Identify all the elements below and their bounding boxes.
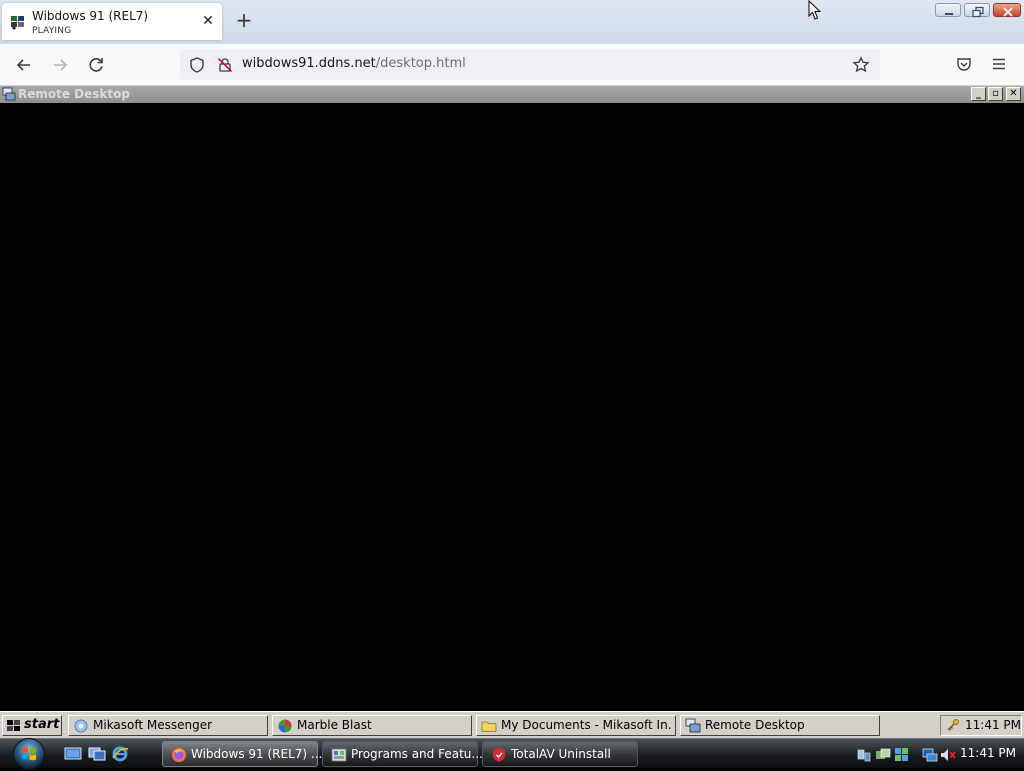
taskbar-item-label: Remote Desktop bbox=[705, 718, 805, 732]
tab-close-button[interactable]: ✕ bbox=[200, 13, 216, 29]
host-task-label: Wibdows 91 (REL7) ... bbox=[191, 747, 323, 761]
messenger-icon bbox=[74, 719, 88, 733]
show-desktop-icon[interactable] bbox=[64, 746, 82, 762]
tracking-shield-icon[interactable] bbox=[188, 56, 206, 74]
back-arrow-icon[interactable] bbox=[12, 53, 36, 77]
remote-close-button[interactable]: ✕ bbox=[1006, 87, 1021, 101]
tab-playing-status: PLAYING bbox=[32, 26, 72, 36]
taskbar-item-my-documents[interactable]: My Documents - Mikasoft In... bbox=[476, 715, 676, 736]
pocket-icon[interactable] bbox=[955, 55, 973, 73]
url-path: /desktop.html bbox=[375, 56, 466, 71]
restore-icon bbox=[972, 6, 984, 18]
remote-desktop-icon bbox=[2, 87, 16, 101]
remote-minimize-button[interactable]: _ bbox=[971, 87, 986, 101]
window-restore-button[interactable] bbox=[964, 3, 990, 18]
network-connection-icon[interactable] bbox=[922, 747, 938, 763]
start-label: start bbox=[24, 717, 60, 732]
switch-windows-icon[interactable] bbox=[88, 746, 106, 762]
remote-restore-button[interactable]: ▫ bbox=[988, 87, 1003, 101]
taskbar-item-remote-desktop[interactable]: Remote Desktop bbox=[680, 715, 880, 736]
marble-icon bbox=[278, 719, 292, 733]
windows-update-icon[interactable] bbox=[894, 747, 910, 763]
host-task-firefox[interactable]: Wibdows 91 (REL7) ... bbox=[162, 741, 322, 767]
volume-muted-icon[interactable] bbox=[940, 747, 956, 763]
totalav-icon bbox=[493, 748, 505, 762]
host-task-label: Programs and Featu... bbox=[351, 747, 483, 761]
window-minimize-button[interactable] bbox=[935, 3, 961, 17]
remote-taskbar: start Mikasoft Messenger Marble Blast My… bbox=[0, 711, 1024, 738]
tab-title: Wibdows 91 (REL7) bbox=[32, 9, 149, 23]
host-task-totalav-uninstall[interactable]: TotalAV Uninstall bbox=[482, 741, 638, 767]
internet-explorer-icon[interactable] bbox=[111, 745, 129, 763]
devices-icon[interactable] bbox=[875, 747, 891, 763]
browser-tab[interactable]: Wibdows 91 (REL7) PLAYING ✕ bbox=[2, 3, 222, 40]
host-clock: 11:41 PM bbox=[960, 746, 1016, 760]
host-taskbar: Wibdows 91 (REL7) ... Programs and Featu… bbox=[0, 737, 1024, 771]
control-panel-icon bbox=[331, 748, 347, 762]
minimize-icon bbox=[945, 13, 953, 15]
taskbar-item-marble-blast[interactable]: Marble Blast bbox=[272, 715, 472, 736]
windows-start-orb-icon[interactable] bbox=[8, 737, 50, 771]
wibdows-favicon-icon bbox=[11, 16, 24, 30]
forward-arrow-icon[interactable] bbox=[48, 53, 72, 77]
url-host: wibdows91.ddns.net bbox=[242, 56, 376, 71]
hamburger-menu-icon[interactable] bbox=[990, 55, 1008, 73]
remote-desktop-icon bbox=[685, 718, 701, 733]
host-task-label: TotalAV Uninstall bbox=[511, 747, 611, 761]
remote-desktop-screen[interactable] bbox=[0, 103, 1024, 711]
remote-desktop-title: Remote Desktop bbox=[18, 87, 130, 101]
start-button[interactable]: start bbox=[2, 715, 62, 736]
host-task-programs-and-features[interactable]: Programs and Featu... bbox=[322, 741, 483, 767]
remote-system-tray: 11:41 PM bbox=[940, 715, 1022, 736]
url-text: wibdows91.ddns.net/desktop.html bbox=[242, 56, 466, 71]
taskbar-item-mikasoft-messenger[interactable]: Mikasoft Messenger bbox=[68, 715, 268, 736]
close-icon bbox=[1003, 7, 1013, 17]
start-logo-icon bbox=[7, 720, 20, 731]
network-icon[interactable] bbox=[856, 747, 872, 763]
taskbar-item-label: Marble Blast bbox=[297, 718, 372, 732]
folder-icon bbox=[481, 721, 497, 732]
window-close-button[interactable] bbox=[993, 3, 1021, 17]
browser-tab-strip: Wibdows 91 (REL7) PLAYING ✕ + bbox=[0, 0, 1024, 44]
reload-icon[interactable] bbox=[84, 53, 108, 77]
permissions-blocked-icon[interactable] bbox=[217, 57, 233, 73]
taskbar-item-label: My Documents - Mikasoft In... bbox=[501, 718, 671, 732]
url-bar[interactable]: wibdows91.ddns.net/desktop.html bbox=[180, 49, 880, 80]
bookmark-star-icon[interactable] bbox=[852, 56, 870, 74]
remote-desktop-titlebar[interactable]: Remote Desktop _ ▫ ✕ bbox=[0, 86, 1024, 103]
browser-nav-bar: wibdows91.ddns.net/desktop.html bbox=[0, 44, 1024, 86]
taskbar-item-label: Mikasoft Messenger bbox=[93, 718, 213, 732]
key-icon[interactable] bbox=[946, 718, 960, 732]
mouse-cursor-icon bbox=[808, 0, 822, 20]
remote-clock: 11:41 PM bbox=[965, 718, 1021, 732]
host-system-tray: 11:41 PM bbox=[852, 741, 1022, 767]
firefox-icon bbox=[172, 748, 186, 762]
new-tab-button[interactable]: + bbox=[234, 10, 254, 30]
